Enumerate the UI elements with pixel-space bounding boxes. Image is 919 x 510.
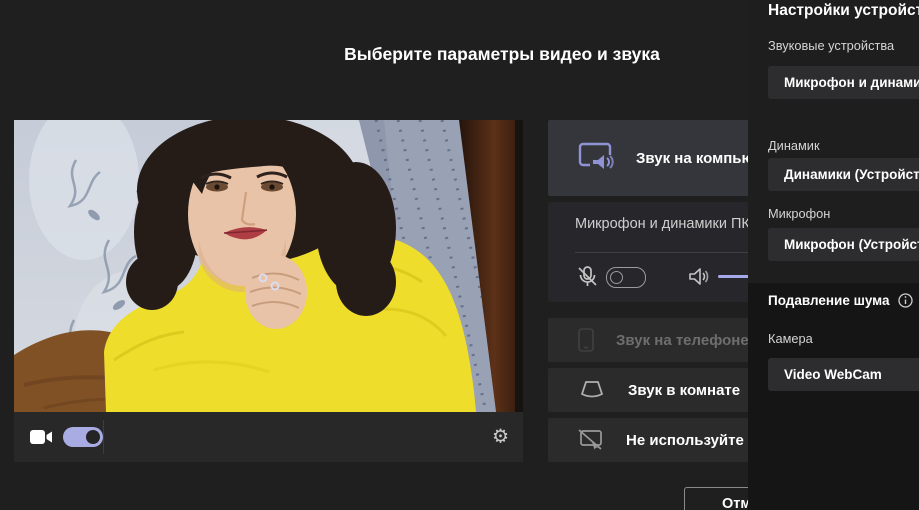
microphone-label: Микрофон (768, 206, 830, 221)
audio-devices-label: Звуковые устройства (768, 38, 894, 53)
info-icon[interactable] (898, 293, 913, 308)
audio-devices-dropdown[interactable]: Микрофон и динамики ПК (768, 66, 919, 99)
device-settings-title: Настройки устройств (768, 2, 919, 20)
audio-device-name: Микрофон и динамики ПК (575, 216, 750, 232)
pre-join-screen: Выберите параметры видео и звука (0, 0, 919, 510)
camera-toggle-knob (86, 430, 100, 444)
camera-dropdown[interactable]: Video WebCam (768, 358, 919, 391)
camera-value: Video WebCam (768, 358, 919, 391)
microphone-muted-icon[interactable] (576, 265, 599, 293)
noise-suppression-label: Подавление шума (768, 293, 890, 308)
no-audio-icon (578, 429, 604, 451)
camera-toggle[interactable] (63, 427, 103, 447)
speaker-label: Динамик (768, 138, 820, 153)
computer-audio-icon (578, 142, 614, 174)
camera-icon (30, 429, 53, 445)
camera-video-preview (14, 120, 523, 412)
device-settings-panel: Настройки устройств Звуковые устройства … (748, 0, 919, 510)
page-title: Выберите параметры видео и звука (344, 44, 660, 65)
room-audio-label: Звук в комнате (628, 382, 740, 399)
video-control-bar: ⚙ (14, 412, 523, 462)
microphone-toggle-knob (610, 271, 623, 284)
camera-label: Камера (768, 331, 813, 346)
speaker-value: Динамики (Устройство с поддержкой High D… (768, 158, 919, 191)
video-preview-block: ⚙ (14, 120, 523, 462)
microphone-toggle[interactable] (606, 267, 646, 288)
room-audio-icon (578, 380, 606, 400)
speaker-dropdown[interactable]: Динамики (Устройство с поддержкой High D… (768, 158, 919, 191)
audio-devices-value: Микрофон и динамики ПК (768, 66, 919, 99)
phone-audio-icon (578, 328, 594, 352)
webcam-portrait-image (14, 120, 523, 412)
noise-suppression-row: Подавление шума (768, 293, 913, 308)
video-settings-gear-icon[interactable]: ⚙ (492, 428, 509, 447)
speaker-icon (687, 265, 710, 293)
microphone-value: Микрофон (Устройство с поддержкой High D… (768, 228, 919, 261)
phone-audio-label: Звук на телефоне (616, 332, 749, 349)
bar-divider (103, 420, 104, 454)
microphone-dropdown[interactable]: Микрофон (Устройство с поддержкой High D… (768, 228, 919, 261)
